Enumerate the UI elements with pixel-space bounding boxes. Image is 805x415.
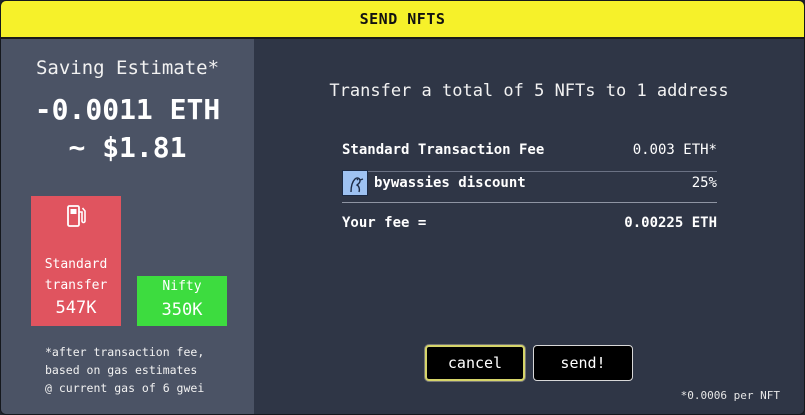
saving-estimate-panel: Saving Estimate* -0.0011 ETH ~ $1.81 Sta… bbox=[1, 39, 254, 414]
nifty-gas: 350K bbox=[161, 300, 203, 320]
gas-pump-icon bbox=[67, 205, 86, 227]
bywassies-avatar-icon bbox=[342, 170, 368, 196]
transfer-heading: Transfer a total of 5 NFTs to 1 address bbox=[329, 81, 729, 101]
standard-fee-row: Standard Transaction Fee 0.003 ETH* bbox=[342, 139, 717, 172]
fee-breakdown: Standard Transaction Fee 0.003 ETH* bywa… bbox=[342, 139, 717, 243]
discount-label: bywassies discount bbox=[374, 175, 526, 191]
nifty-label: Nifty bbox=[162, 279, 202, 294]
discount-value: 25% bbox=[691, 175, 717, 191]
saving-estimate-title: Saving Estimate* bbox=[35, 57, 220, 79]
standard-fee-label: Standard Transaction Fee bbox=[342, 142, 545, 158]
your-fee-label: Your fee = bbox=[342, 215, 427, 231]
saving-footnote: *after transaction fee, based on gas est… bbox=[45, 345, 205, 395]
standard-transfer-label: Standard transfer bbox=[44, 257, 108, 293]
cancel-button[interactable]: cancel bbox=[425, 345, 525, 381]
per-nft-note: *0.0006 per NFT bbox=[680, 389, 780, 402]
eth-saving-value: -0.0011 ETH bbox=[34, 93, 221, 126]
send-button[interactable]: send! bbox=[533, 345, 633, 381]
usd-saving-value: ~ $1.81 bbox=[68, 131, 187, 164]
transfer-summary-panel: Transfer a total of 5 NFTs to 1 address … bbox=[254, 39, 804, 414]
nifty-bar: Nifty 350K bbox=[137, 276, 227, 326]
your-fee-value: 0.00225 ETH bbox=[624, 215, 717, 231]
standard-transfer-gas: 547K bbox=[55, 298, 97, 318]
standard-transfer-bar: Standard transfer 547K bbox=[31, 196, 121, 326]
discount-row: bywassies discount 25% bbox=[342, 170, 717, 202]
standard-fee-value: 0.003 ETH* bbox=[632, 142, 717, 158]
your-fee-row: Your fee = 0.00225 ETH bbox=[342, 203, 717, 243]
dialog-title: SEND NFTS bbox=[1, 1, 804, 39]
send-nfts-dialog: SEND NFTS Saving Estimate* -0.0011 ETH ~… bbox=[0, 0, 805, 415]
